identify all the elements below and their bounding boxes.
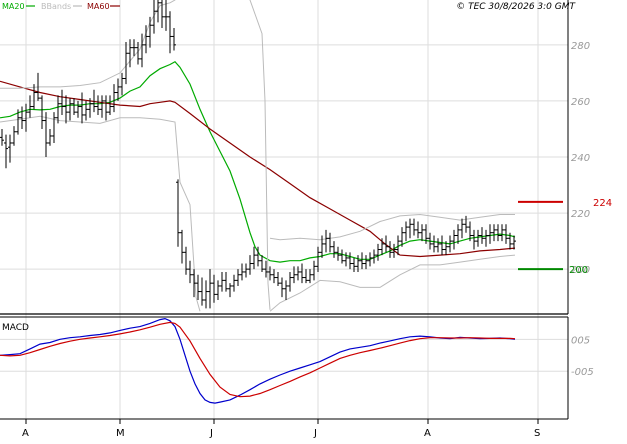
- legend-ma60-label: MA60: [87, 2, 110, 11]
- legend-bbands-label: BBands: [41, 2, 71, 11]
- y-tick-label: 260: [571, 97, 590, 108]
- x-tick-label: J: [209, 428, 213, 439]
- y-tick-label: 280: [571, 41, 590, 52]
- chart-container: A M J J A S 200 220 240 260 280 -005 005 MA20 BBands…: [0, 0, 627, 440]
- macd-y-tick-label: -005: [571, 367, 594, 378]
- copyright-text: © TEC 30/8/2026 3:0 GMT: [456, 2, 576, 12]
- legend: MA20 BBands MA60: [2, 2, 120, 11]
- x-tick-label: S: [534, 428, 540, 439]
- resistance-label: 224: [593, 198, 612, 209]
- y-tick-label: 240: [571, 153, 590, 164]
- macd-panel-frame: [0, 317, 568, 419]
- x-tick-label: J: [313, 428, 317, 439]
- macd-title: MACD: [2, 323, 29, 333]
- y-tick-label: 220: [571, 209, 590, 220]
- x-tick-label: M: [116, 428, 125, 439]
- x-tick-label: A: [424, 428, 431, 439]
- x-tick-label: A: [22, 428, 29, 439]
- legend-ma20-label: MA20: [2, 2, 25, 11]
- chart-svg: A M J J A S 200 220 240 260 280 -005 005 MA20 BBands…: [0, 0, 612, 439]
- support-label: 200: [569, 265, 588, 276]
- macd-y-tick-label: 005: [571, 335, 590, 346]
